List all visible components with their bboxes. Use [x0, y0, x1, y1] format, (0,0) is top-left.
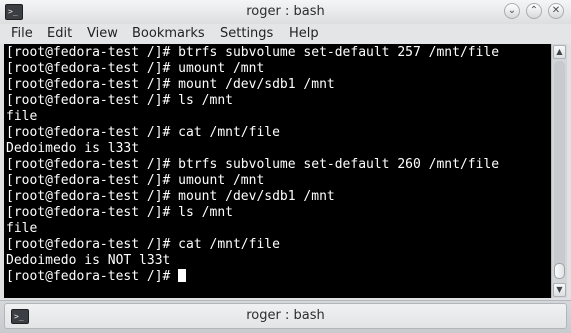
terminal-line: [root@fedora-test /]# ls /mnt	[6, 93, 233, 108]
terminal-line: [root@fedora-test /]# mount /dev/sdb1 /m…	[6, 189, 335, 204]
terminal-line: [root@fedora-test /]# cat /mnt/file	[6, 237, 280, 252]
prompt-line[interactable]: [root@fedora-test /]#	[6, 269, 187, 285]
terminal-line: [root@fedora-test /]# btrfs subvolume se…	[6, 45, 500, 60]
vertical-scrollbar[interactable]: ▲ ▼	[551, 44, 567, 298]
window-title: roger : bash	[246, 4, 325, 19]
scroll-down-button[interactable]: ▼	[553, 283, 566, 297]
tab-bar: >_ roger : bash	[0, 300, 571, 333]
terminal-line: [root@fedora-test /]# cat /mnt/file	[6, 125, 280, 140]
scroll-up-button[interactable]: ▲	[553, 45, 566, 59]
arrow-up-icon: ▲	[556, 47, 563, 56]
close-button[interactable]: ✕	[548, 3, 564, 19]
menu-help[interactable]: Help	[289, 24, 319, 44]
arrow-down-icon: ▼	[556, 285, 563, 294]
menu-bookmarks[interactable]: Bookmarks	[132, 24, 205, 44]
text-cursor	[178, 269, 187, 282]
terminal-output[interactable]: [root@fedora-test /]# btrfs subvolume se…	[4, 44, 551, 298]
terminal-line: [root@fedora-test /]# umount /mnt	[6, 61, 265, 76]
chevron-down-icon: ⌄	[507, 5, 517, 16]
terminal-line: file	[6, 109, 38, 124]
scroll-thumb[interactable]	[554, 263, 565, 279]
tab-roger-bash[interactable]: >_ roger : bash	[4, 303, 567, 329]
terminal-line: Dedoimedo is NOT l33t	[6, 253, 171, 268]
title-bar[interactable]: >_ roger : bash ⌄ ⌃ ✕	[0, 0, 571, 25]
chevron-up-icon: ⌃	[529, 5, 539, 16]
scroll-track[interactable]	[554, 61, 565, 279]
terminal-line: file	[6, 221, 38, 236]
tab-label: roger : bash	[246, 308, 325, 323]
terminal-line: [root@fedora-test /]# mount /dev/sdb1 /m…	[6, 77, 335, 92]
terminal-line: [root@fedora-test /]# btrfs subvolume se…	[6, 157, 500, 172]
maximize-button[interactable]: ⌃	[526, 3, 542, 19]
menu-bar: File Edit View Bookmarks Settings Help	[0, 24, 571, 44]
terminal-line: [root@fedora-test /]# ls /mnt	[6, 205, 233, 220]
menu-view[interactable]: View	[87, 24, 118, 44]
terminal-line: [root@fedora-test /]# umount /mnt	[6, 173, 265, 188]
minimize-button[interactable]: ⌄	[504, 3, 520, 19]
menu-file[interactable]: File	[11, 24, 33, 44]
prompt: [root@fedora-test /]#	[6, 269, 179, 284]
close-icon: ✕	[551, 5, 561, 16]
menu-settings[interactable]: Settings	[220, 24, 273, 44]
menu-edit[interactable]: Edit	[47, 24, 72, 44]
terminal-line: Dedoimedo is l33t	[6, 141, 140, 156]
